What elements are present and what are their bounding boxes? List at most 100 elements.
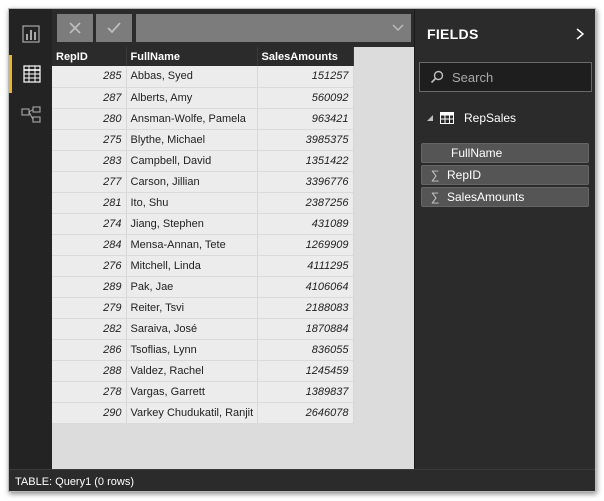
table-row: 285 Abbas, Syed 151257 [52,66,354,88]
cell-repid[interactable]: 276 [52,255,127,277]
cell-repid[interactable]: 277 [52,171,127,193]
cell-salesamounts[interactable]: 3985375 [257,129,354,151]
cell-repid[interactable]: 282 [52,318,127,340]
cell-repid[interactable]: 280 [52,108,127,130]
field-item-salesamounts[interactable]: ∑ SalesAmounts [421,187,589,207]
cell-repid[interactable]: 290 [52,402,127,424]
relationships-view-button[interactable] [9,96,52,134]
cell-fullname[interactable]: Alberts, Amy [126,87,258,109]
sigma-icon: ∑ [430,168,440,182]
data-grid-area: RepID FullName SalesAmounts 285 Abbas, Sy… [52,47,414,469]
field-item-repid[interactable]: ∑ RepID [421,165,589,185]
cell-salesamounts[interactable]: 151257 [257,66,354,88]
cell-repid[interactable]: 288 [52,360,127,382]
cell-repid[interactable]: 284 [52,234,127,256]
cell-fullname[interactable]: Pak, Jae [126,276,258,298]
cell-fullname[interactable]: Mitchell, Linda [126,255,258,277]
field-item-fullname[interactable]: FullName [421,143,589,163]
report-view-button[interactable] [9,15,52,53]
cell-fullname[interactable]: Vargas, Garrett [126,381,258,403]
table-row: 276 Mitchell, Linda 4111295 [52,255,354,277]
fields-search-input[interactable] [452,69,582,85]
field-item-label: FullName [451,146,503,160]
cell-repid[interactable]: 285 [52,66,127,88]
table-row: 275 Blythe, Michael 3985375 [52,129,354,151]
cell-repid[interactable]: 274 [52,213,127,235]
field-item-label: SalesAmounts [447,190,525,204]
table-row: 281 Ito, Shu 2387256 [52,192,354,214]
cell-fullname[interactable]: Tsoflias, Lynn [126,339,258,361]
table-row: 289 Pak, Jae 4106064 [52,276,354,298]
cell-fullname[interactable]: Campbell, David [126,150,258,172]
cell-repid[interactable]: 289 [52,276,127,298]
cell-salesamounts[interactable]: 836055 [257,339,354,361]
table-row: 290 Varkey Chudukatil, Ranjit 2646078 [52,402,354,424]
table-grid-icon [23,65,41,83]
table-row: 284 Mensa-Annan, Tete 1269909 [52,234,354,256]
cell-fullname[interactable]: Blythe, Michael [126,129,258,151]
collapse-triangle-icon[interactable] [425,114,435,122]
table-row: 288 Valdez, Rachel 1245459 [52,360,354,382]
cell-fullname[interactable]: Carson, Jillian [126,171,258,193]
cell-salesamounts[interactable]: 1870884 [257,318,354,340]
cell-salesamounts[interactable]: 4111295 [257,255,354,277]
cell-repid[interactable]: 283 [52,150,127,172]
table-row: 286 Tsoflias, Lynn 836055 [52,339,354,361]
cell-salesamounts[interactable]: 3396776 [257,171,354,193]
search-icon [430,70,444,84]
sigma-icon: ∑ [430,190,440,204]
cell-fullname[interactable]: Ito, Shu [126,192,258,214]
cell-fullname[interactable]: Jiang, Stephen [126,213,258,235]
cell-repid[interactable]: 286 [52,339,127,361]
column-header-repid[interactable]: RepID [52,47,127,66]
field-table-name: RepSales [464,111,517,125]
cell-fullname[interactable]: Abbas, Syed [126,66,258,88]
cell-salesamounts[interactable]: 560092 [257,87,354,109]
table-row: 279 Reiter, Tsvi 2188083 [52,297,354,319]
data-view-button[interactable] [9,55,52,93]
cell-salesamounts[interactable]: 963421 [257,108,354,130]
cell-salesamounts[interactable]: 2646078 [257,402,354,424]
field-item-label: RepID [447,168,482,182]
commit-edit-button[interactable] [96,14,132,42]
cell-repid[interactable]: 287 [52,87,127,109]
cell-repid[interactable]: 278 [52,381,127,403]
table-row: 283 Campbell, David 1351422 [52,150,354,172]
table-row: 282 Saraiva, José 1870884 [52,318,354,340]
check-icon [107,22,121,34]
cell-salesamounts[interactable]: 2188083 [257,297,354,319]
cell-salesamounts[interactable]: 1389837 [257,381,354,403]
cell-salesamounts[interactable]: 1269909 [257,234,354,256]
column-header-salesamounts[interactable]: SalesAmounts [257,47,354,66]
app-window: RepID FullName SalesAmounts 285 Abbas, Sy… [8,8,596,492]
cell-fullname[interactable]: Saraiva, José [126,318,258,340]
column-header-fullname[interactable]: FullName [126,47,258,66]
bar-chart-icon [21,25,40,43]
cell-fullname[interactable]: Reiter, Tsvi [126,297,258,319]
cell-salesamounts[interactable]: 431089 [257,213,354,235]
cell-repid[interactable]: 279 [52,297,127,319]
field-table-node[interactable]: RepSales [415,107,595,129]
x-icon [69,22,81,34]
cell-repid[interactable]: 275 [52,129,127,151]
cell-repid[interactable]: 281 [52,192,127,214]
cell-salesamounts[interactable]: 1245459 [257,360,354,382]
fields-pane-title: FIELDS [427,26,479,42]
status-text: TABLE: Query1 (0 rows) [15,475,134,488]
data-table: RepID FullName SalesAmounts 285 Abbas, Sy… [52,47,354,424]
formula-bar [52,9,414,47]
chevron-right-icon[interactable] [575,27,585,41]
cell-salesamounts[interactable]: 2387256 [257,192,354,214]
cell-fullname[interactable]: Valdez, Rachel [126,360,258,382]
cell-fullname[interactable]: Mensa-Annan, Tete [126,234,258,256]
cell-fullname[interactable]: Varkey Chudukatil, Ranjit [126,402,258,424]
table-row: 287 Alberts, Amy 560092 [52,87,354,109]
cell-salesamounts[interactable]: 1351422 [257,150,354,172]
cell-fullname[interactable]: Ansman-Wolfe, Pamela [126,108,258,130]
formula-input[interactable] [136,14,411,42]
cell-salesamounts[interactable]: 4106064 [257,276,354,298]
fields-pane: FIELDS RepSales FullName [414,9,595,469]
cancel-edit-button[interactable] [57,14,93,42]
chevron-down-icon[interactable] [391,21,405,35]
fields-search-box[interactable] [419,62,592,92]
